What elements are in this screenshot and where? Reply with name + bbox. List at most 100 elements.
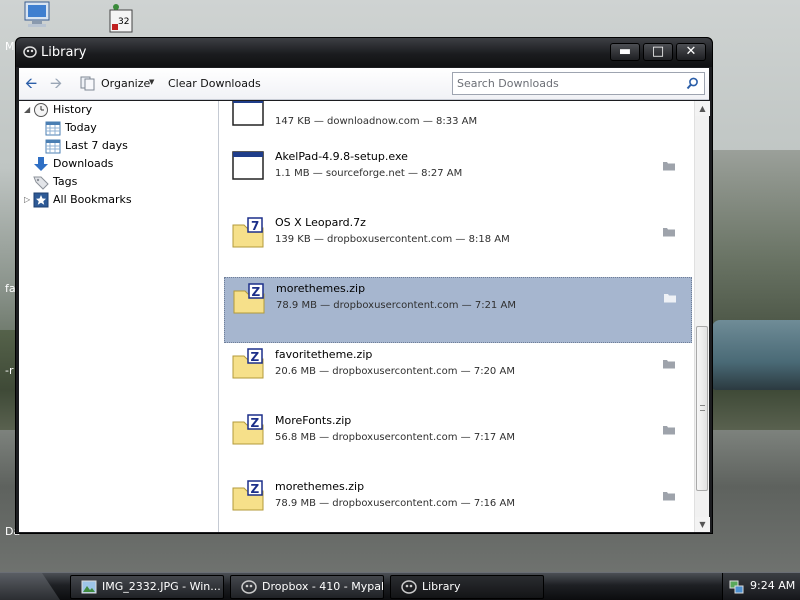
wallpaper-trees <box>700 150 800 330</box>
close-button[interactable]: ✕ <box>676 43 706 61</box>
wallpaper-car <box>712 320 800 390</box>
calendar-icon <box>45 139 61 154</box>
star-icon <box>33 192 49 208</box>
sidebar-item-label: Downloads <box>53 157 114 170</box>
minimize-icon: ▬ <box>618 44 632 59</box>
svg-text:32: 32 <box>118 17 129 27</box>
download-meta: 147 KB — downloadnow.com — 8:33 AM <box>275 116 478 127</box>
download-filename: morethemes.zip <box>276 282 366 295</box>
download-item[interactable]: AkelPad-4.9.8-setup.exe 1.1 MB — sourcef… <box>224 145 692 211</box>
clear-downloads-button[interactable]: Clear Downloads <box>168 77 261 90</box>
system-tray: 9:24 AM <box>722 573 800 600</box>
forward-arrow-icon[interactable]: 🡪 <box>50 74 62 92</box>
sidebar-item-label: Today <box>65 121 97 134</box>
download-item[interactable]: Z favoritetheme.zip 20.6 MB — dropboxuse… <box>224 343 692 409</box>
chevron-down-icon[interactable]: ▼ <box>149 78 154 86</box>
vertical-scrollbar[interactable]: ▲ ▼ <box>694 101 710 532</box>
folder-icon[interactable] <box>663 292 677 303</box>
download-item[interactable]: Z MoreFonts.zip 56.8 MB — dropboxusercon… <box>224 409 692 475</box>
download-meta: 78.9 MB — dropboxusercontent.com — 7:16 … <box>275 498 515 509</box>
sidebar-item-last-7-days[interactable]: Last 7 days <box>19 137 217 155</box>
sidebar-item-label: Last 7 days <box>65 139 128 152</box>
network-tray-icon[interactable] <box>728 578 744 594</box>
download-filename: favoritetheme.zip <box>275 348 373 361</box>
window-file-icon <box>232 101 264 126</box>
maximize-button[interactable]: □ <box>643 43 673 61</box>
zip-archive-icon: Z <box>232 414 264 445</box>
folder-icon[interactable] <box>662 160 676 171</box>
download-filename: morethemes.zip <box>275 480 365 493</box>
download-meta: 56.8 MB — dropboxusercontent.com — 7:17 … <box>275 432 515 443</box>
sidebar-item-tags[interactable]: Tags <box>19 173 217 191</box>
scroll-up-button[interactable]: ▲ <box>695 101 710 116</box>
svg-text:Z: Z <box>252 285 261 299</box>
zip-archive-icon: Z <box>232 348 264 379</box>
desktop-label: M <box>5 40 15 53</box>
download-item[interactable]: 147 KB — downloadnow.com — 8:33 AM <box>224 101 692 145</box>
folder-icon[interactable] <box>662 490 676 501</box>
search-icon[interactable] <box>686 77 699 90</box>
grip-icon <box>700 405 705 411</box>
start-button[interactable] <box>0 573 60 600</box>
clock-icon <box>34 103 48 117</box>
taskbar-clock[interactable]: 9:24 AM <box>750 579 795 592</box>
taskbar-item-image-viewer[interactable]: IMG_2332.JPG - Win... <box>70 575 224 599</box>
download-filename: OS X Leopard.7z <box>275 216 366 229</box>
minimize-button[interactable]: ▬ <box>610 43 640 61</box>
organize-menu-button[interactable]: Organize <box>101 77 150 90</box>
download-meta: 139 KB — dropboxusercontent.com — 8:18 A… <box>275 234 510 245</box>
download-filename: MoreFonts.zip <box>275 414 352 427</box>
search-box[interactable] <box>452 72 705 95</box>
sidebar-tree: ◢ History Today Last 7 days Downloads Ta… <box>19 101 219 532</box>
svg-text:7: 7 <box>251 219 259 233</box>
scroll-down-button[interactable]: ▼ <box>695 517 710 532</box>
calendar-icon <box>45 121 61 136</box>
download-item[interactable]: Z morethemes.zip 78.9 MB — dropboxuserco… <box>224 475 692 532</box>
7z-archive-icon: 7 <box>232 217 264 248</box>
library-window: Library ▬ □ ✕ 🡨 🡪 Organize ▼ Clear Downl… <box>15 37 713 534</box>
back-arrow-icon[interactable]: 🡨 <box>25 74 37 92</box>
sidebar-item-all-bookmarks[interactable]: ▷ All Bookmarks <box>19 191 217 209</box>
toolbar: 🡨 🡪 Organize ▼ Clear Downloads <box>19 68 709 100</box>
32-bit-app-desktop-icon[interactable]: 32 <box>106 2 138 34</box>
chevron-up-icon: ▲ <box>699 104 706 113</box>
folder-icon[interactable] <box>662 358 676 369</box>
scroll-thumb[interactable] <box>696 326 708 491</box>
image-viewer-icon <box>81 580 97 594</box>
zip-archive-icon: Z <box>232 480 264 511</box>
folder-icon[interactable] <box>662 226 676 237</box>
taskbar-item-dropbox-mypal[interactable]: Dropbox - 410 - Mypal <box>230 575 384 599</box>
library-content: ◢ History Today Last 7 days Downloads Ta… <box>19 101 710 532</box>
taskbar-item-label: Dropbox - 410 - Mypal <box>262 580 384 593</box>
download-item[interactable]: 7 OS X Leopard.7z 139 KB — dropboxuserco… <box>224 211 692 277</box>
download-meta: 20.6 MB — dropboxusercontent.com — 7:20 … <box>275 366 515 377</box>
svg-text:Z: Z <box>251 416 260 430</box>
download-item-selected[interactable]: Z morethemes.zip 78.9 MB — dropboxuserco… <box>224 277 692 343</box>
taskbar-item-library[interactable]: Library <box>390 575 544 599</box>
sidebar-item-today[interactable]: Today <box>19 119 217 137</box>
my-computer-desktop-icon[interactable] <box>22 0 54 32</box>
sidebar-item-label: All Bookmarks <box>53 193 132 206</box>
svg-text:Z: Z <box>251 482 260 496</box>
sidebar-item-label: Tags <box>53 175 78 188</box>
folder-icon[interactable] <box>662 424 676 435</box>
tag-icon <box>33 176 49 190</box>
maximize-icon: □ <box>651 44 665 59</box>
window-title: Library <box>41 45 87 60</box>
taskbar-item-label: IMG_2332.JPG - Win... <box>102 580 221 593</box>
mypal-icon <box>401 580 417 594</box>
download-meta: 78.9 MB — dropboxusercontent.com — 7:21 … <box>276 300 516 311</box>
window-file-icon <box>232 151 264 180</box>
sidebar-item-downloads[interactable]: Downloads <box>19 155 217 173</box>
desktop-label: -r <box>5 364 14 377</box>
download-arrow-icon <box>34 157 48 171</box>
downloads-list: 147 KB — downloadnow.com — 8:33 AM AkelP… <box>222 101 694 532</box>
download-meta: 1.1 MB — sourceforge.net — 8:27 AM <box>275 168 463 179</box>
mypal-icon <box>241 580 257 594</box>
close-icon: ✕ <box>685 44 697 59</box>
sidebar-item-history[interactable]: ◢ History <box>19 101 217 119</box>
svg-text:Z: Z <box>251 350 260 364</box>
title-bar[interactable]: Library ▬ □ ✕ <box>16 38 712 67</box>
search-input[interactable] <box>457 75 677 92</box>
sidebar-item-label: History <box>53 103 93 116</box>
